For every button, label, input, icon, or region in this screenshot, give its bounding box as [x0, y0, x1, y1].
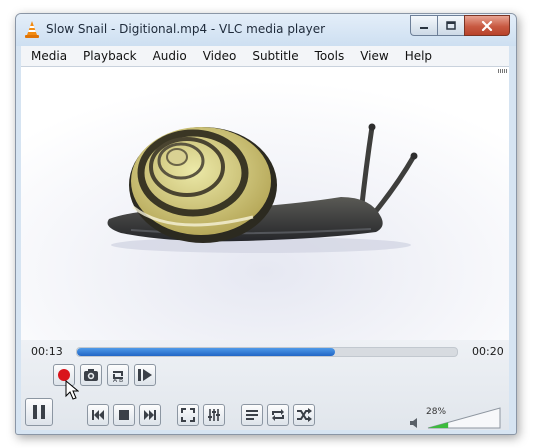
minimize-button[interactable] — [410, 15, 437, 36]
frame-step-icon — [138, 369, 152, 381]
menu-view[interactable]: View — [352, 46, 396, 66]
fullscreen-button[interactable] — [177, 404, 199, 426]
loop-ab-button[interactable]: AB — [107, 364, 129, 386]
menu-playback[interactable]: Playback — [75, 46, 145, 66]
window-title: Slow Snail - Digitional.mp4 - VLC media … — [46, 22, 326, 36]
menu-media[interactable]: Media — [21, 46, 75, 66]
menu-help[interactable]: Help — [397, 46, 440, 66]
equalizer-icon — [208, 409, 220, 421]
vlc-cone-icon — [25, 21, 39, 38]
loop-ab-icon: AB — [113, 371, 123, 383]
caption-buttons — [410, 15, 510, 36]
pause-button[interactable] — [25, 398, 53, 426]
seek-progress — [77, 348, 336, 356]
menu-bar: Media Playback Audio Video Subtitle Tool… — [21, 46, 509, 67]
minimize-icon — [420, 26, 428, 29]
stop-icon — [119, 410, 129, 420]
close-button[interactable] — [464, 15, 510, 36]
playlist-button[interactable] — [241, 404, 263, 426]
camera-icon — [84, 369, 98, 381]
close-icon — [481, 20, 493, 31]
previous-icon — [92, 410, 104, 420]
volume-slider[interactable] — [424, 406, 504, 430]
playlist-icon — [246, 410, 258, 420]
vlc-window: Slow Snail - Digitional.mp4 - VLC media … — [15, 13, 517, 435]
resize-grip — [498, 69, 507, 73]
fullscreen-icon — [181, 408, 195, 422]
speaker-icon[interactable] — [409, 417, 421, 429]
next-icon — [144, 410, 156, 420]
extended-settings-button[interactable] — [203, 404, 225, 426]
shuffle-button[interactable] — [293, 404, 315, 426]
elapsed-time[interactable]: 00:13 — [31, 345, 63, 358]
menu-subtitle[interactable]: Subtitle — [244, 46, 306, 66]
video-frame-snail — [21, 67, 509, 340]
shuffle-icon — [297, 408, 312, 422]
previous-button[interactable] — [87, 404, 109, 426]
menu-video[interactable]: Video — [195, 46, 245, 66]
menu-tools[interactable]: Tools — [307, 46, 353, 66]
title-bar[interactable]: Slow Snail - Digitional.mp4 - VLC media … — [16, 14, 516, 46]
stop-button[interactable] — [113, 404, 135, 426]
seek-slider[interactable] — [76, 347, 458, 357]
svg-text:B: B — [119, 377, 123, 383]
mouse-cursor-icon — [65, 380, 79, 400]
video-area[interactable] — [21, 67, 509, 340]
loop-button[interactable] — [267, 404, 289, 426]
frame-step-button[interactable] — [134, 364, 156, 386]
total-time: 00:20 — [472, 345, 504, 358]
maximize-button[interactable] — [437, 15, 464, 36]
controls-panel: 00:13 00:20 AB 28% — [21, 340, 509, 430]
loop-icon — [272, 409, 284, 421]
pause-icon — [33, 405, 45, 419]
maximize-icon — [446, 21, 456, 30]
next-button[interactable] — [139, 404, 161, 426]
snapshot-button[interactable] — [80, 364, 102, 386]
menu-audio[interactable]: Audio — [145, 46, 195, 66]
